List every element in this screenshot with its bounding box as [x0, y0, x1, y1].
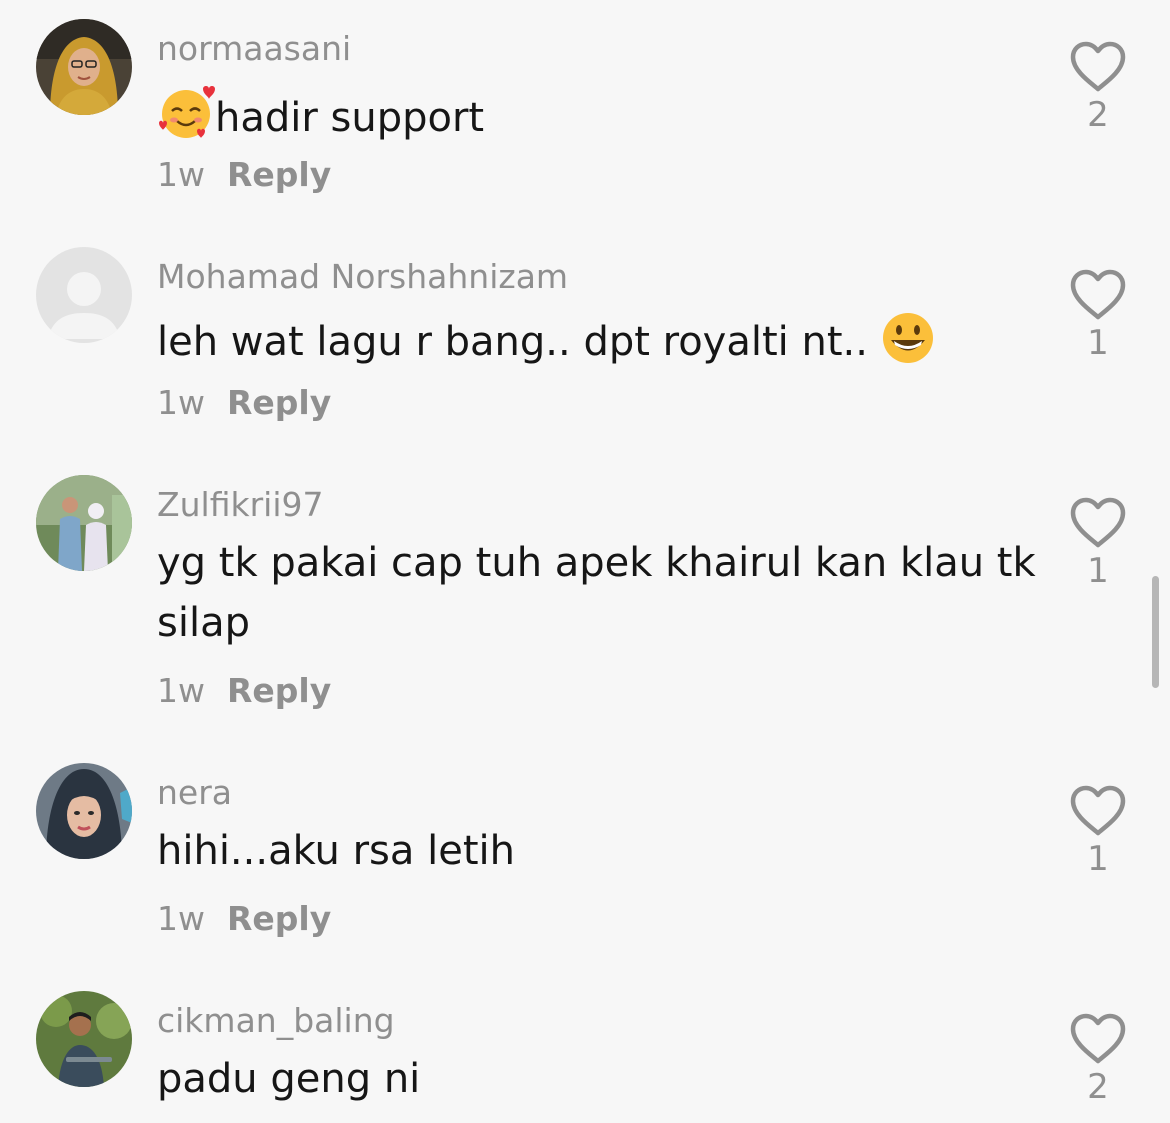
- comment-username[interactable]: cikman_baling: [157, 1001, 395, 1041]
- like-count: 2: [1087, 1067, 1109, 1107]
- comment-meta: 1w Reply: [157, 155, 331, 195]
- like-button[interactable]: 1: [1066, 269, 1130, 363]
- like-count: 1: [1087, 551, 1109, 591]
- heart-outline-icon[interactable]: [1069, 41, 1127, 93]
- avatar[interactable]: [36, 763, 132, 859]
- like-count: 1: [1087, 839, 1109, 879]
- comment-text-body: leh wat lagu r bang.. dpt royalti nt..: [157, 319, 868, 365]
- comment-meta: 1w Reply: [157, 671, 331, 711]
- reply-button[interactable]: Reply: [227, 899, 331, 938]
- reply-button[interactable]: Reply: [227, 155, 331, 194]
- avatar[interactable]: [36, 991, 132, 1087]
- comment-time: 1w: [157, 671, 205, 710]
- comment-username[interactable]: normaasani: [157, 29, 351, 69]
- comment-meta: 1w Reply: [157, 899, 331, 939]
- comment-time: 1w: [157, 155, 205, 194]
- scrollbar[interactable]: [1152, 576, 1159, 688]
- reply-button[interactable]: Reply: [227, 383, 331, 422]
- comment-time: 1w: [157, 899, 205, 938]
- like-button[interactable]: 1: [1066, 785, 1130, 879]
- avatar[interactable]: [36, 475, 132, 571]
- heart-outline-icon[interactable]: [1069, 497, 1127, 549]
- like-count: 2: [1087, 95, 1109, 135]
- avatar[interactable]: [36, 247, 132, 343]
- heart-outline-icon[interactable]: [1069, 785, 1127, 837]
- avatar[interactable]: [36, 19, 132, 115]
- reply-button[interactable]: Reply: [227, 671, 331, 710]
- comment-text: padu geng ni: [157, 1056, 421, 1102]
- heart-outline-icon[interactable]: [1069, 1013, 1127, 1065]
- comment-username[interactable]: Zulfikrii97: [157, 485, 323, 525]
- comment-text-body: hadir support: [215, 95, 485, 141]
- comment-meta: 1w Reply: [157, 383, 331, 423]
- smiling-face-with-hearts-icon: [157, 83, 215, 158]
- comment-username[interactable]: nera: [157, 773, 232, 813]
- like-count: 1: [1087, 323, 1109, 363]
- person-silhouette-icon: [36, 247, 132, 343]
- heart-outline-icon[interactable]: [1069, 269, 1127, 321]
- comment-text: hihi...aku rsa letih: [157, 828, 515, 874]
- comment-text: yg tk pakai cap tuh apek khairul kan kla…: [157, 540, 1036, 646]
- grinning-face-icon: [881, 311, 935, 382]
- comment-username[interactable]: Mohamad Norshahnizam: [157, 257, 568, 297]
- like-button[interactable]: 1: [1066, 497, 1130, 591]
- like-button[interactable]: 2: [1066, 41, 1130, 135]
- comment-text: hadir support: [157, 83, 1037, 158]
- comment-text: leh wat lagu r bang.. dpt royalti nt..: [157, 311, 1037, 382]
- comment-time: 1w: [157, 383, 205, 422]
- like-button[interactable]: 2: [1066, 1013, 1130, 1107]
